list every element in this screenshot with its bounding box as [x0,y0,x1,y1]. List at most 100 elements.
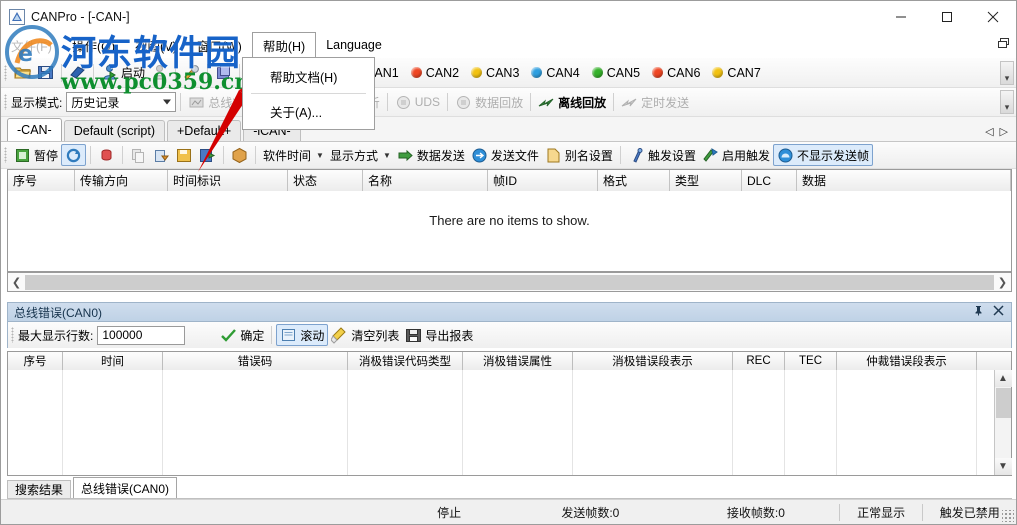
enable-trigger-button[interactable]: 启用触发 [699,144,773,166]
bus-error-caption-text: 总线错误(CAN0) [14,305,103,320]
menu-bar: 文件(F) 操作(O) 视图(V) 窗口(W) 帮助(H) Language [1,32,1016,58]
toolbar-grip[interactable] [4,147,7,163]
toolbar-separator [271,326,273,344]
maximize-icon[interactable] [924,1,970,32]
tab-next-icon[interactable]: ▷ [1000,125,1008,138]
frame-grid-horizontal-scrollbar[interactable]: ❮ ❯ [7,272,1012,292]
offline-playback-button[interactable]: 离线回放 [535,91,609,113]
max-rows-input[interactable]: 100000 [97,325,186,345]
paste-icon[interactable] [150,144,173,166]
can-channel-can5[interactable]: CAN5 [586,65,646,81]
settings-wrench-icon[interactable] [180,62,203,84]
menu-view[interactable]: 视图(V) [125,32,187,58]
clear-list-button[interactable]: 清空列表 [328,324,402,346]
display-mode-label: 显示模式: [11,95,63,110]
col-frame-id[interactable]: 帧ID [488,170,598,191]
can-channel-can4[interactable]: CAN4 [525,65,585,81]
frame-grid-header: 序号 传输方向 时间标识 状态 名称 帧ID 格式 类型 DLC 数据 [8,170,1011,191]
toolbar-overflow-chevron-down-icon[interactable]: ▾ [1000,60,1014,85]
err-col-seq[interactable]: 序号 [8,352,63,370]
toolbar-grip[interactable] [4,94,7,110]
export-report-button[interactable]: 导出报表 [402,324,476,346]
menu-window[interactable]: 窗口(W) [187,32,252,58]
pause-button[interactable]: 暂停 [11,144,61,166]
start-button[interactable]: 启动 [98,62,148,84]
toolbar-grip[interactable] [11,327,14,343]
err-col-attr[interactable]: 消极错误属性 [463,352,573,370]
err-col-tec[interactable]: TEC [785,352,837,370]
col-data[interactable]: 数据 [797,170,1011,191]
export-icon[interactable] [196,144,219,166]
can-channel-can7[interactable]: CAN7 [706,65,766,81]
tab-can[interactable]: -CAN- [7,118,62,141]
err-col-rec[interactable]: REC [733,352,785,370]
err-col-segment[interactable]: 消极错误段表示 [573,352,733,370]
tab-default-script[interactable]: Default (script) [63,120,165,141]
save-icon[interactable] [34,62,57,84]
col-format[interactable]: 格式 [598,170,670,191]
scroll-up-icon[interactable]: ▲ [994,370,1012,387]
confirm-button[interactable]: 确定 [217,324,267,346]
bus-error-vertical-scrollbar[interactable]: ▲ ▼ [994,370,1012,475]
col-name[interactable]: 名称 [363,170,488,191]
close-icon[interactable] [993,305,1004,319]
toolbar-overflow-chevron-down-icon[interactable]: ▾ [1000,90,1014,114]
tab-prev-icon[interactable]: ◁ [985,125,993,138]
scroll-thumb[interactable] [25,274,994,290]
hide-tx-frames-button[interactable]: 不显示发送帧 [772,144,873,166]
err-col-code[interactable]: 错误码 [163,352,348,370]
status-bar: 停止 发送帧数:0 接收帧数:0 正常显示 触发已禁用 [1,499,1016,524]
record-icon[interactable] [95,144,118,166]
can-channel-can2[interactable]: CAN2 [405,65,465,81]
restore-window-icon[interactable] [997,37,1010,53]
col-timestamp[interactable]: 时间标识 [168,170,288,191]
can-channel-can3[interactable]: CAN3 [465,65,525,81]
save-list-icon[interactable] [173,144,196,166]
refresh-icon[interactable] [61,144,87,166]
window-resize-grip[interactable] [1002,510,1014,522]
scroll-toggle-button[interactable]: 滚动 [276,324,329,346]
dock-tab-bus-error[interactable]: 总线错误(CAN0) [73,477,178,498]
scroll-down-icon[interactable]: ▼ [994,458,1012,475]
col-direction[interactable]: 传输方向 [75,170,168,191]
menu-file[interactable]: 文件(F) [1,32,62,58]
application-window: CANPro - [-CAN-] 文件(F) 操作(O) 视图(V) 窗口(W)… [0,0,1017,525]
toolbar-grip[interactable] [4,64,7,81]
dock-tab-search-results[interactable]: 搜索结果 [7,480,72,498]
frame-grid[interactable]: 序号 传输方向 时间标识 状态 名称 帧ID 格式 类型 DLC 数据 Ther… [7,169,1012,272]
menu-item-help-doc[interactable]: 帮助文档(H) [243,63,374,89]
menu-item-about[interactable]: 关于(A)... [243,98,374,124]
package-icon[interactable] [212,62,235,84]
scroll-thumb[interactable] [996,388,1011,418]
toolbar-separator [530,93,532,111]
scroll-left-icon[interactable]: ❮ [8,273,25,291]
col-type[interactable]: 类型 [670,170,742,191]
can-channel-can6[interactable]: CAN6 [646,65,706,81]
tab-plus-default[interactable]: +Default+ [167,120,242,141]
scroll-right-icon[interactable]: ❯ [994,273,1011,291]
send-data-button[interactable]: 数据发送 [394,144,468,166]
col-dlc[interactable]: DLC [742,170,797,191]
close-icon[interactable] [970,1,1016,32]
minimize-icon[interactable] [878,1,924,32]
err-col-code-type[interactable]: 消极错误代码类型 [348,352,463,370]
menu-help[interactable]: 帮助(H) [251,32,317,58]
menu-language[interactable]: Language [316,32,392,58]
box-icon[interactable] [228,144,251,166]
bus-error-grid[interactable]: 序号 时间 错误码 消极错误代码类型 消极错误属性 消极错误段表示 REC TE… [7,351,1012,476]
display-mode-value: 历史记录 [71,95,120,110]
device-icon[interactable] [66,62,89,84]
alias-settings-button[interactable]: 别名设置 [542,144,616,166]
trigger-config-button[interactable]: 触发设置 [625,144,699,166]
col-state[interactable]: 状态 [288,170,363,191]
menu-operation[interactable]: 操作(O) [62,32,125,58]
err-col-time[interactable]: 时间 [63,352,163,370]
display-style-dropdown[interactable]: 显示方式 ▼ [327,144,394,166]
display-mode-select[interactable]: 历史记录 [66,92,177,112]
open-folder-icon[interactable] [11,62,34,84]
software-time-dropdown[interactable]: 软件时间 ▼ [260,144,327,166]
col-seq[interactable]: 序号 [8,170,75,191]
err-col-arb-seg[interactable]: 仲裁错误段表示 [837,352,977,370]
pin-icon[interactable] [973,305,984,319]
send-file-button[interactable]: 发送文件 [468,144,542,166]
